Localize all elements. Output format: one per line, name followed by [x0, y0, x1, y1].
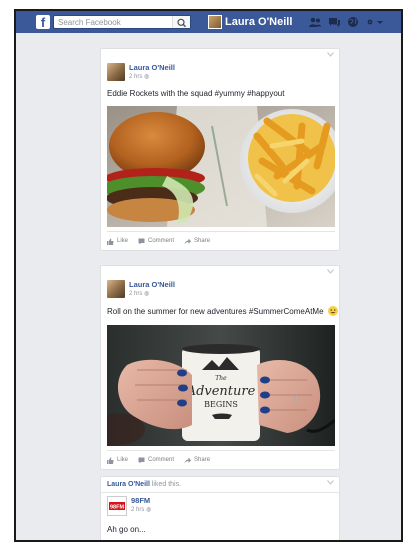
comment-label: Comment	[148, 238, 175, 244]
top-icons	[308, 15, 385, 29]
comment-icon	[138, 238, 145, 244]
post-options-chevron-icon[interactable]	[327, 52, 334, 57]
post-text: Eddie Rockets with the squad #yummy #hap…	[107, 89, 285, 98]
activity-verb: liked this.	[151, 481, 182, 488]
news-feed-post: Laura O'Neill 2 hrs ◍ Eddie Rockets with…	[100, 48, 340, 251]
author-avatar[interactable]	[107, 280, 125, 298]
post-text: Roll on the summer for new adventures #S…	[107, 306, 338, 316]
burger-and-fries-photo[interactable]	[107, 106, 335, 227]
top-navigation-bar: f Laura O'Neill	[16, 11, 401, 33]
news-feed-post: Laura O'Neill 2 hrs ◍ Roll on the summer…	[100, 265, 340, 470]
mug-text-adventure: Adventure	[186, 384, 256, 399]
facebook-logo-icon[interactable]: f	[36, 15, 50, 30]
comment-label: Comment	[148, 457, 175, 463]
search-icon	[177, 18, 186, 28]
post-timestamp[interactable]: 2 hrs ◍	[129, 73, 149, 80]
audience-globe-icon: ◍	[144, 74, 150, 80]
comment-button[interactable]: Comment	[138, 236, 174, 246]
like-button[interactable]: Like	[107, 455, 128, 465]
divider	[107, 450, 335, 451]
adventure-mug-photo[interactable]: The Adventure BEGINS	[107, 325, 335, 446]
messages-icon[interactable]	[327, 15, 341, 29]
post-text: Ah go on...	[107, 525, 146, 534]
page-avatar-98fm[interactable]: 98FM	[107, 496, 127, 516]
activity-header: Laura O'Neill liked this.	[107, 481, 181, 488]
friend-activity-post: Laura O'Neill liked this. 98FM 98FM 2 hr…	[100, 476, 340, 540]
post-timestamp[interactable]: 2 hrs ◍	[131, 506, 151, 513]
audience-globe-icon: ◍	[146, 507, 152, 513]
user-profile-link[interactable]: Laura O'Neill	[225, 15, 292, 29]
divider	[101, 492, 339, 493]
share-label: Share	[194, 457, 211, 463]
user-avatar[interactable]	[208, 15, 222, 29]
post-actions: Like Comment Share	[107, 236, 210, 246]
share-arrow-icon	[184, 238, 192, 244]
grinning-face-emoji	[327, 306, 338, 316]
settings-menu-icon[interactable]	[365, 15, 385, 29]
like-button[interactable]: Like	[107, 236, 128, 246]
author-name-link[interactable]: Laura O'Neill	[129, 280, 175, 289]
friend-requests-icon[interactable]	[308, 15, 322, 29]
author-name-link[interactable]: Laura O'Neill	[129, 63, 175, 72]
like-label: Like	[117, 238, 129, 244]
search-box	[53, 15, 191, 29]
share-arrow-icon	[184, 457, 192, 463]
divider	[107, 231, 335, 232]
thumbs-up-icon	[107, 457, 114, 464]
thumbs-up-icon	[107, 238, 114, 245]
page-logo-text: 98FM	[110, 505, 124, 511]
comment-icon	[138, 457, 145, 463]
search-button[interactable]	[172, 16, 190, 28]
mug-text-begins: BEGINS	[204, 400, 238, 409]
post-timestamp[interactable]: 2 hrs ◍	[129, 290, 149, 297]
browser-frame: f Laura O'Neill	[14, 9, 403, 542]
post-options-chevron-icon[interactable]	[327, 480, 334, 485]
like-label: Like	[117, 457, 129, 463]
share-button[interactable]: Share	[184, 236, 210, 246]
author-avatar[interactable]	[107, 63, 125, 81]
page-name-link[interactable]: 98FM	[131, 496, 150, 505]
mug-text-the: The	[215, 375, 227, 382]
globe-icon[interactable]	[346, 15, 360, 29]
share-button[interactable]: Share	[184, 455, 210, 465]
audience-globe-icon: ◍	[144, 291, 150, 297]
post-actions: Like Comment Share	[107, 455, 210, 465]
share-label: Share	[194, 238, 211, 244]
post-options-chevron-icon[interactable]	[327, 269, 334, 274]
actor-name-link[interactable]: Laura O'Neill	[107, 481, 150, 488]
comment-button[interactable]: Comment	[138, 455, 174, 465]
search-input[interactable]	[54, 16, 172, 28]
